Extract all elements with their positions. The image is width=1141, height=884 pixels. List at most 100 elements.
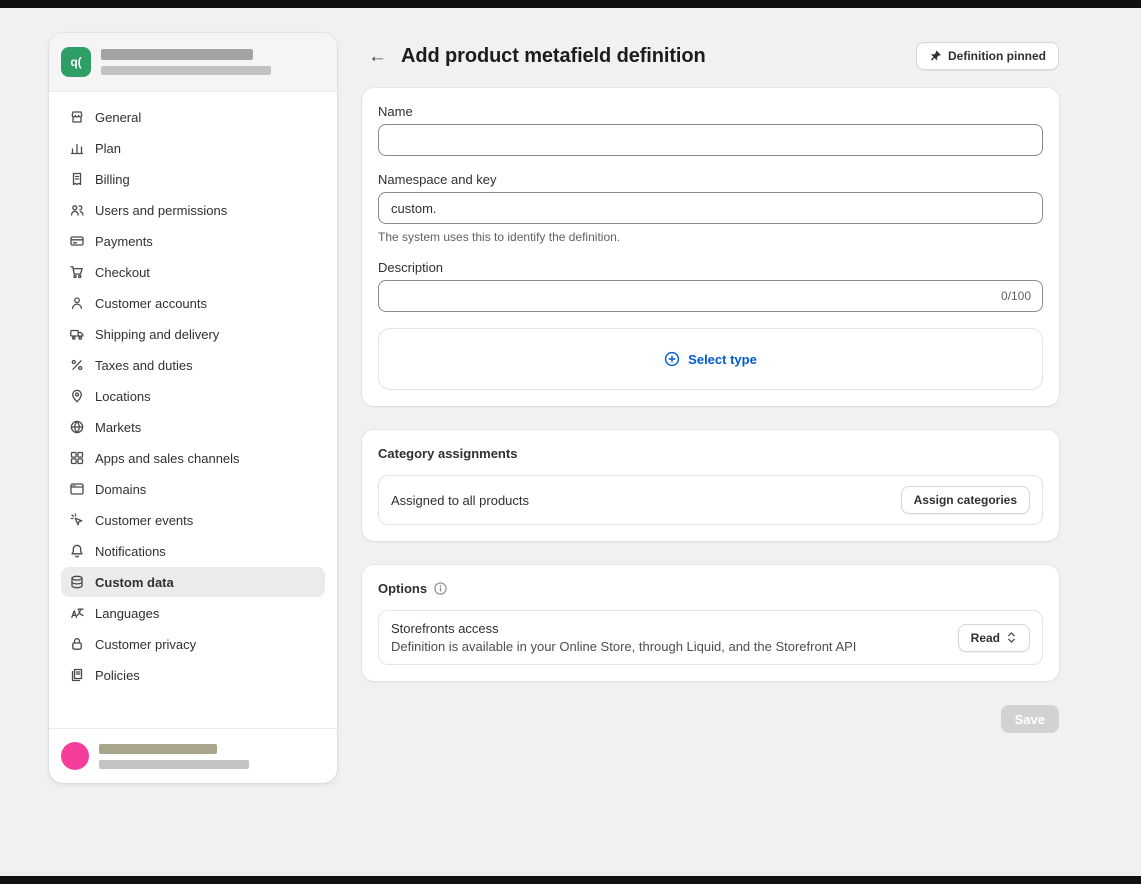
plus-circle-icon: [664, 351, 680, 367]
sidebar-item-locations[interactable]: Locations: [61, 381, 325, 411]
info-icon[interactable]: [433, 581, 448, 596]
sidebar-item-label: Customer accounts: [95, 296, 207, 311]
chevron-updown-icon: [1006, 630, 1017, 645]
bell-icon: [69, 543, 85, 559]
page-title: Add product metafield definition: [401, 45, 706, 68]
sidebar-item-languages[interactable]: Languages: [61, 598, 325, 628]
cart-icon: [69, 264, 85, 280]
sidebar-item-apps-and-sales-channels[interactable]: Apps and sales channels: [61, 443, 325, 473]
save-row: Save: [362, 705, 1059, 733]
store-icon: [69, 109, 85, 125]
category-assignment-row: Assigned to all products Assign categori…: [378, 475, 1043, 525]
sidebar-item-label: Custom data: [95, 575, 174, 590]
sidebar-item-label: General: [95, 110, 141, 125]
pin-icon: [929, 50, 942, 63]
namespace-input[interactable]: [378, 192, 1043, 224]
person-icon: [69, 295, 85, 311]
access-level-value: Read: [971, 631, 1000, 645]
save-button[interactable]: Save: [1001, 705, 1059, 733]
character-counter: 0/100: [1001, 289, 1031, 303]
sidebar-item-label: Languages: [95, 606, 159, 621]
sidebar-item-billing[interactable]: Billing: [61, 164, 325, 194]
sidebar-item-label: Users and permissions: [95, 203, 227, 218]
sidebar-item-label: Locations: [95, 389, 151, 404]
settings-sidebar: q( General Plan Billing Users and permissio…: [49, 33, 337, 783]
assigned-to-text: Assigned to all products: [391, 493, 529, 508]
sidebar-item-users-and-permissions[interactable]: Users and permissions: [61, 195, 325, 225]
user-footer[interactable]: [49, 728, 337, 783]
definition-form-card: Name Namespace and key The system uses t…: [362, 88, 1059, 406]
sidebar-item-policies[interactable]: Policies: [61, 660, 325, 690]
user-name-redacted: [99, 744, 217, 754]
description-input[interactable]: [378, 280, 1043, 312]
sidebar-item-label: Notifications: [95, 544, 166, 559]
category-assignments-heading: Category assignments: [378, 446, 1043, 461]
sidebar-item-notifications[interactable]: Notifications: [61, 536, 325, 566]
settings-nav: General Plan Billing Users and permissions P…: [49, 92, 337, 728]
database-icon: [69, 574, 85, 590]
store-domain-redacted: [101, 66, 271, 75]
card-icon: [69, 233, 85, 249]
description-label: Description: [378, 260, 1043, 275]
sidebar-item-payments[interactable]: Payments: [61, 226, 325, 256]
back-button[interactable]: ←: [368, 47, 387, 66]
sidebar-item-customer-accounts[interactable]: Customer accounts: [61, 288, 325, 318]
sidebar-item-label: Domains: [95, 482, 146, 497]
sidebar-item-checkout[interactable]: Checkout: [61, 257, 325, 287]
definition-pinned-button[interactable]: Definition pinned: [916, 42, 1059, 70]
name-label: Name: [378, 104, 1043, 119]
grid-icon: [69, 450, 85, 466]
sidebar-item-custom-data[interactable]: Custom data: [61, 567, 325, 597]
lock-icon: [69, 636, 85, 652]
sidebar-item-general[interactable]: General: [61, 102, 325, 132]
sidebar-item-label: Checkout: [95, 265, 150, 280]
location-pin-icon: [69, 388, 85, 404]
sidebar-item-label: Billing: [95, 172, 130, 187]
store-header[interactable]: q(: [49, 33, 337, 92]
sidebar-item-label: Shipping and delivery: [95, 327, 219, 342]
pinned-button-label: Definition pinned: [948, 49, 1046, 63]
name-input[interactable]: [378, 124, 1043, 156]
sidebar-item-label: Apps and sales channels: [95, 451, 240, 466]
sidebar-item-label: Policies: [95, 668, 140, 683]
chart-icon: [69, 140, 85, 156]
truck-icon: [69, 326, 85, 342]
browser-icon: [69, 481, 85, 497]
sidebar-item-domains[interactable]: Domains: [61, 474, 325, 504]
options-card: Options Storefronts access Definition is…: [362, 565, 1059, 681]
storefronts-access-row: Storefronts access Definition is availab…: [378, 610, 1043, 665]
namespace-label: Namespace and key: [378, 172, 1043, 187]
storefronts-access-title: Storefronts access: [391, 621, 856, 636]
sidebar-item-label: Taxes and duties: [95, 358, 193, 373]
page-header: ← Add product metafield definition Defin…: [362, 42, 1059, 70]
sidebar-item-markets[interactable]: Markets: [61, 412, 325, 442]
percent-icon: [69, 357, 85, 373]
user-email-redacted: [99, 760, 249, 769]
sidebar-item-plan[interactable]: Plan: [61, 133, 325, 163]
screen-bottom-edge: [0, 876, 1141, 884]
sidebar-item-taxes-and-duties[interactable]: Taxes and duties: [61, 350, 325, 380]
sidebar-item-label: Plan: [95, 141, 121, 156]
screen-top-edge: [0, 0, 1141, 8]
options-heading: Options: [378, 581, 427, 596]
sidebar-item-shipping-and-delivery[interactable]: Shipping and delivery: [61, 319, 325, 349]
select-type-label: Select type: [688, 352, 757, 367]
select-type-button[interactable]: Select type: [378, 328, 1043, 390]
storefronts-access-description: Definition is available in your Online S…: [391, 639, 856, 654]
main-content: ← Add product metafield definition Defin…: [362, 42, 1059, 733]
globe-icon: [69, 419, 85, 435]
receipt-icon: [69, 171, 85, 187]
sidebar-item-customer-events[interactable]: Customer events: [61, 505, 325, 535]
sidebar-item-label: Markets: [95, 420, 141, 435]
assign-categories-button[interactable]: Assign categories: [901, 486, 1030, 514]
users-icon: [69, 202, 85, 218]
store-name-redacted: [101, 49, 253, 60]
translate-icon: [69, 605, 85, 621]
access-level-select[interactable]: Read: [958, 624, 1030, 652]
user-avatar: [61, 742, 89, 770]
store-avatar: q(: [61, 47, 91, 77]
sidebar-item-label: Customer events: [95, 513, 193, 528]
store-meta: [101, 49, 271, 75]
sidebar-item-customer-privacy[interactable]: Customer privacy: [61, 629, 325, 659]
sidebar-item-label: Customer privacy: [95, 637, 196, 652]
